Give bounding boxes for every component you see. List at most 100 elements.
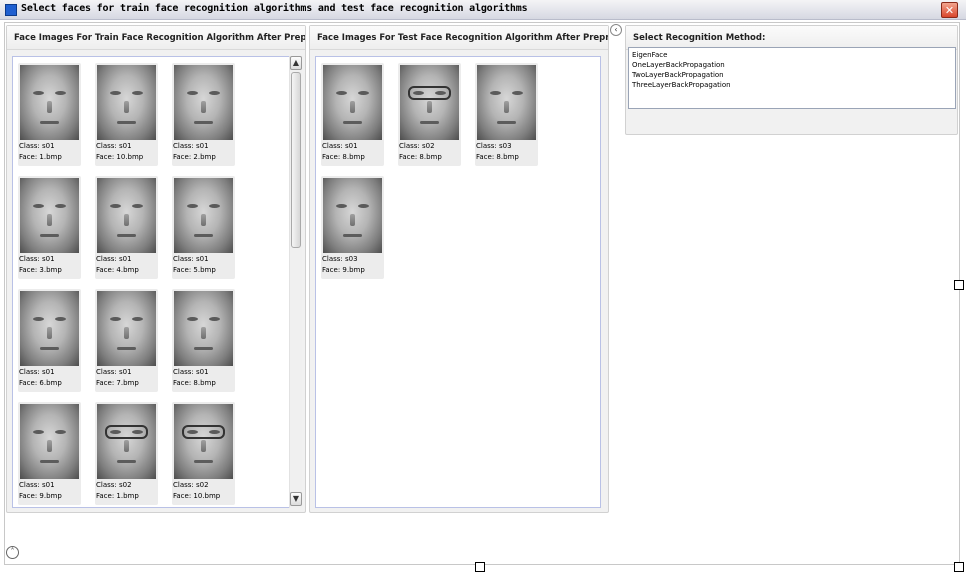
face-card[interactable]: Class: s01 Face: 5.bmp [172, 176, 235, 279]
face-nose [201, 214, 206, 226]
face-eye [110, 204, 121, 208]
face-nose [124, 327, 129, 339]
method-option[interactable]: OneLayerBackPropagation [632, 60, 952, 70]
face-eye [358, 91, 369, 95]
face-eye [132, 204, 143, 208]
face-file-label: Face: 10.bmp [96, 153, 144, 161]
face-mouth [343, 234, 362, 237]
train-faces-list[interactable]: Class: s01 Face: 1.bmp Class: s01 Face: 10.… [12, 56, 290, 508]
face-card[interactable]: Class: s01 Face: 6.bmp [18, 289, 81, 392]
train-panel-header: Face Images For Train Face Recognition A… [7, 26, 305, 50]
scroll-down-button[interactable]: ▼ [290, 492, 302, 506]
face-class-label: Class: s01 [19, 368, 55, 376]
face-thumbnail [174, 291, 233, 366]
face-mouth [117, 121, 136, 124]
face-eye [33, 91, 44, 95]
face-nose [201, 440, 206, 452]
face-eye [187, 204, 198, 208]
face-card[interactable]: Class: s01 Face: 1.bmp [18, 63, 81, 166]
face-file-label: Face: 9.bmp [322, 266, 365, 274]
face-eye [132, 317, 143, 321]
face-file-label: Face: 1.bmp [19, 153, 62, 161]
face-thumbnail [97, 65, 156, 140]
face-card[interactable]: Class: s02 Face: 1.bmp [95, 402, 158, 505]
face-class-label: Class: s01 [322, 142, 358, 150]
face-class-label: Class: s01 [96, 142, 132, 150]
face-eye [512, 91, 523, 95]
face-eye [187, 91, 198, 95]
face-card[interactable]: Class: s02 Face: 8.bmp [398, 63, 461, 166]
face-mouth [194, 460, 213, 463]
recognition-method-list[interactable]: EigenFace OneLayerBackPropagation TwoLayer… [628, 47, 956, 109]
face-card[interactable]: Class: s01 Face: 2.bmp [172, 63, 235, 166]
face-eye [132, 91, 143, 95]
face-thumbnail [174, 65, 233, 140]
face-thumbnail [400, 65, 459, 140]
face-mouth [194, 347, 213, 350]
expand-button[interactable]: ˄ [6, 546, 19, 559]
face-mouth [40, 234, 59, 237]
face-card[interactable]: Class: s01 Face: 4.bmp [95, 176, 158, 279]
face-mouth [40, 121, 59, 124]
face-thumbnail [174, 178, 233, 253]
face-card[interactable]: Class: s01 Face: 8.bmp [172, 289, 235, 392]
chevron-up-icon: ▲ [292, 58, 300, 67]
face-eye [33, 204, 44, 208]
face-card[interactable]: Class: s01 Face: 8.bmp [321, 63, 384, 166]
face-file-label: Face: 7.bmp [96, 379, 139, 387]
face-glasses [105, 425, 148, 439]
face-card[interactable]: Class: s01 Face: 10.bmp [95, 63, 158, 166]
face-card[interactable]: Class: s01 Face: 7.bmp [95, 289, 158, 392]
face-card[interactable]: Class: s03 Face: 9.bmp [321, 176, 384, 279]
face-eye [55, 91, 66, 95]
face-nose [124, 101, 129, 113]
face-glasses [182, 425, 225, 439]
face-mouth [343, 121, 362, 124]
face-file-label: Face: 6.bmp [19, 379, 62, 387]
face-thumbnail [97, 178, 156, 253]
resize-handle-bottom[interactable] [475, 562, 485, 572]
resize-handle-right[interactable] [954, 280, 964, 290]
face-card[interactable]: Class: s03 Face: 8.bmp [475, 63, 538, 166]
face-nose [350, 214, 355, 226]
face-mouth [117, 234, 136, 237]
face-nose [124, 440, 129, 452]
face-card[interactable]: Class: s01 Face: 9.bmp [18, 402, 81, 505]
face-nose [47, 440, 52, 452]
scroll-up-button[interactable]: ▲ [290, 56, 302, 70]
title-bar: Select faces for train face recognition … [0, 0, 966, 20]
face-thumbnail [20, 65, 79, 140]
train-faces-panel: Face Images For Train Face Recognition A… [6, 25, 306, 513]
face-thumbnail [20, 404, 79, 479]
face-nose [47, 101, 52, 113]
method-option[interactable]: EigenFace [632, 50, 952, 60]
face-thumbnail [323, 178, 382, 253]
collapse-button[interactable]: ‹ [610, 24, 622, 36]
face-mouth [117, 347, 136, 350]
face-file-label: Face: 1.bmp [96, 492, 139, 500]
scroll-thumb[interactable] [291, 72, 301, 248]
face-card[interactable]: Class: s01 Face: 3.bmp [18, 176, 81, 279]
face-mouth [497, 121, 516, 124]
face-nose [47, 214, 52, 226]
face-class-label: Class: s01 [19, 255, 55, 263]
face-thumbnail [20, 291, 79, 366]
face-nose [124, 214, 129, 226]
face-class-label: Class: s02 [399, 142, 435, 150]
chevron-up-icon: ˄ [10, 547, 15, 556]
test-panel-header: Face Images For Test Face Recognition Al… [310, 26, 608, 50]
face-file-label: Face: 3.bmp [19, 266, 62, 274]
resize-handle-corner[interactable] [954, 562, 964, 572]
train-scrollbar[interactable]: ▲ ▼ [289, 56, 302, 508]
method-option[interactable]: ThreeLayerBackPropagation [632, 80, 952, 90]
test-faces-list[interactable]: Class: s01 Face: 8.bmp Class: s02 Face: 8.b… [315, 56, 601, 508]
face-thumbnail [477, 65, 536, 140]
face-card[interactable]: Class: s02 Face: 10.bmp [172, 402, 235, 505]
face-class-label: Class: s01 [173, 255, 209, 263]
face-class-label: Class: s01 [96, 368, 132, 376]
face-eye [358, 204, 369, 208]
test-faces-panel: Face Images For Test Face Recognition Al… [309, 25, 609, 513]
method-option[interactable]: TwoLayerBackPropagation [632, 70, 952, 80]
close-button[interactable]: ✕ [941, 2, 958, 18]
face-class-label: Class: s01 [173, 142, 209, 150]
